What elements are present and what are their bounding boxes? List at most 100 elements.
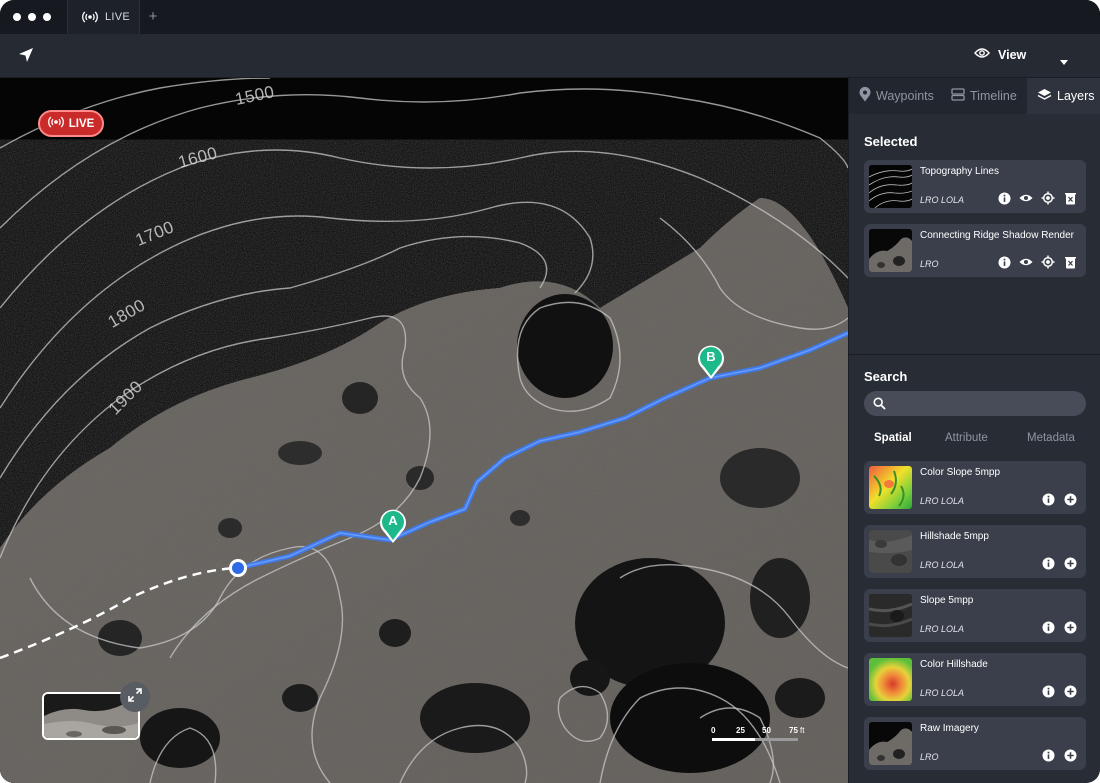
delete-icon[interactable] bbox=[1063, 191, 1077, 205]
expand-button[interactable] bbox=[120, 682, 150, 712]
search-box[interactable] bbox=[864, 391, 1086, 416]
result-card[interactable]: Color Slope 5mpp LRO LOLA bbox=[864, 461, 1086, 514]
add-icon[interactable] bbox=[1063, 684, 1077, 698]
add-icon[interactable] bbox=[1063, 492, 1077, 506]
result-card[interactable]: Raw Imagery LRO bbox=[864, 717, 1086, 770]
layer-thumbnail bbox=[869, 229, 912, 272]
result-card[interactable]: Hillshade 5mpp LRO LOLA bbox=[864, 525, 1086, 578]
scale-tick: 0 bbox=[711, 726, 716, 735]
toolbar: View bbox=[0, 34, 1100, 78]
layer-card[interactable]: Topography Lines LRO LOLA bbox=[864, 160, 1086, 213]
locate-icon[interactable] bbox=[1041, 191, 1055, 205]
add-icon[interactable] bbox=[1063, 620, 1077, 634]
locate-icon[interactable] bbox=[1041, 255, 1055, 269]
add-icon[interactable] bbox=[1063, 556, 1077, 570]
view-button[interactable]: View bbox=[974, 47, 1026, 62]
layer-thumbnail bbox=[869, 466, 912, 509]
waypoint-marker-b[interactable]: B bbox=[696, 344, 726, 380]
info-icon[interactable] bbox=[1041, 492, 1055, 506]
search-input[interactable] bbox=[892, 394, 1078, 413]
layer-name: Color Hillshade bbox=[920, 659, 988, 670]
expand-icon bbox=[128, 687, 142, 707]
layer-source: LRO LOLA bbox=[920, 688, 965, 698]
layer-name: Raw Imagery bbox=[920, 723, 979, 734]
layers-panel: Waypoints Timeline Layers Selected Topog… bbox=[848, 78, 1100, 783]
eye-icon[interactable] bbox=[1019, 255, 1033, 269]
broadcast-icon bbox=[47, 116, 64, 131]
layer-name: Connecting Ridge Shadow Render bbox=[920, 230, 1074, 241]
add-icon[interactable] bbox=[1063, 748, 1077, 762]
layer-source: LRO LOLA bbox=[920, 195, 965, 205]
eye-icon[interactable] bbox=[1019, 191, 1033, 205]
info-icon[interactable] bbox=[1041, 620, 1055, 634]
tab-attribute[interactable]: Attribute bbox=[945, 432, 988, 444]
tab-waypoints[interactable]: Waypoints bbox=[849, 78, 943, 114]
layer-thumbnail bbox=[869, 530, 912, 573]
layer-actions bbox=[1041, 748, 1077, 762]
divider bbox=[849, 354, 1100, 355]
waypoint-marker-a[interactable]: A bbox=[378, 508, 408, 544]
info-icon[interactable] bbox=[1041, 684, 1055, 698]
layer-actions bbox=[1041, 556, 1077, 570]
tab-layers[interactable]: Layers bbox=[1027, 78, 1100, 114]
layer-source: LRO LOLA bbox=[920, 496, 965, 506]
chevron-down-icon[interactable] bbox=[1059, 53, 1069, 71]
layer-name: Topography Lines bbox=[920, 166, 999, 177]
eye-icon bbox=[974, 47, 990, 62]
scale-line bbox=[712, 738, 798, 741]
result-card[interactable]: Color Hillshade LRO LOLA bbox=[864, 653, 1086, 706]
view-label: View bbox=[998, 47, 1027, 62]
tab-live[interactable]: LIVE bbox=[68, 0, 140, 34]
tab-timeline[interactable]: Timeline bbox=[943, 78, 1027, 114]
layers-icon bbox=[1037, 88, 1052, 105]
layer-actions bbox=[1041, 492, 1077, 506]
info-icon[interactable] bbox=[997, 191, 1011, 205]
delete-icon[interactable] bbox=[1063, 255, 1077, 269]
layer-thumbnail bbox=[869, 658, 912, 701]
layer-name: Color Slope 5mpp bbox=[920, 467, 1001, 478]
new-tab-button[interactable]: + bbox=[140, 0, 166, 34]
search-icon bbox=[873, 397, 886, 415]
tab-metadata[interactable]: Metadata bbox=[1027, 432, 1075, 444]
layer-card[interactable]: Connecting Ridge Shadow Render LRO bbox=[864, 224, 1086, 277]
dot-icon bbox=[28, 13, 36, 21]
live-badge[interactable]: LIVE bbox=[38, 110, 104, 137]
layer-actions bbox=[1041, 620, 1077, 634]
navigation-arrow-icon[interactable] bbox=[17, 46, 35, 69]
panel-tabs: Waypoints Timeline Layers bbox=[849, 78, 1100, 114]
layer-source: LRO bbox=[920, 259, 939, 269]
tab-label: Layers bbox=[1057, 89, 1095, 103]
layer-thumbnail bbox=[869, 165, 912, 208]
result-card[interactable]: Slope 5mpp LRO LOLA bbox=[864, 589, 1086, 642]
tab-label: LIVE bbox=[105, 11, 131, 23]
scale-bar: 0 25 50 75 ft bbox=[708, 726, 808, 746]
scale-tick: 25 bbox=[736, 726, 745, 735]
waypoint-label: A bbox=[388, 513, 398, 528]
layer-actions bbox=[1041, 684, 1077, 698]
timeline-icon bbox=[951, 88, 965, 104]
info-icon[interactable] bbox=[997, 255, 1011, 269]
scale-tick: 50 bbox=[762, 726, 771, 735]
layer-actions bbox=[997, 191, 1077, 205]
app-window: LIVE + View 1500 1600 1700 1800 1900 LIV… bbox=[0, 0, 1100, 783]
waypoint-label: B bbox=[706, 349, 716, 364]
layer-source: LRO LOLA bbox=[920, 560, 965, 570]
terrain-render bbox=[0, 78, 848, 783]
layer-source: LRO LOLA bbox=[920, 624, 965, 634]
tab-label: Timeline bbox=[970, 89, 1017, 103]
section-title-search: Search bbox=[864, 369, 908, 384]
layer-actions bbox=[997, 255, 1077, 269]
scale-unit: ft bbox=[800, 726, 805, 735]
info-icon[interactable] bbox=[1041, 556, 1055, 570]
tab-label: Waypoints bbox=[876, 89, 934, 103]
map-view[interactable]: 1500 1600 1700 1800 1900 LIVE A B 0 25 5… bbox=[0, 78, 848, 783]
section-title-selected: Selected bbox=[864, 134, 918, 149]
info-icon[interactable] bbox=[1041, 748, 1055, 762]
layer-thumbnail bbox=[869, 722, 912, 765]
window-menu[interactable] bbox=[0, 0, 68, 34]
layer-thumbnail bbox=[869, 594, 912, 637]
tab-spatial[interactable]: Spatial bbox=[874, 432, 912, 444]
tab-bar: LIVE + bbox=[0, 0, 1100, 34]
broadcast-icon bbox=[82, 11, 98, 23]
live-badge-label: LIVE bbox=[68, 117, 95, 130]
